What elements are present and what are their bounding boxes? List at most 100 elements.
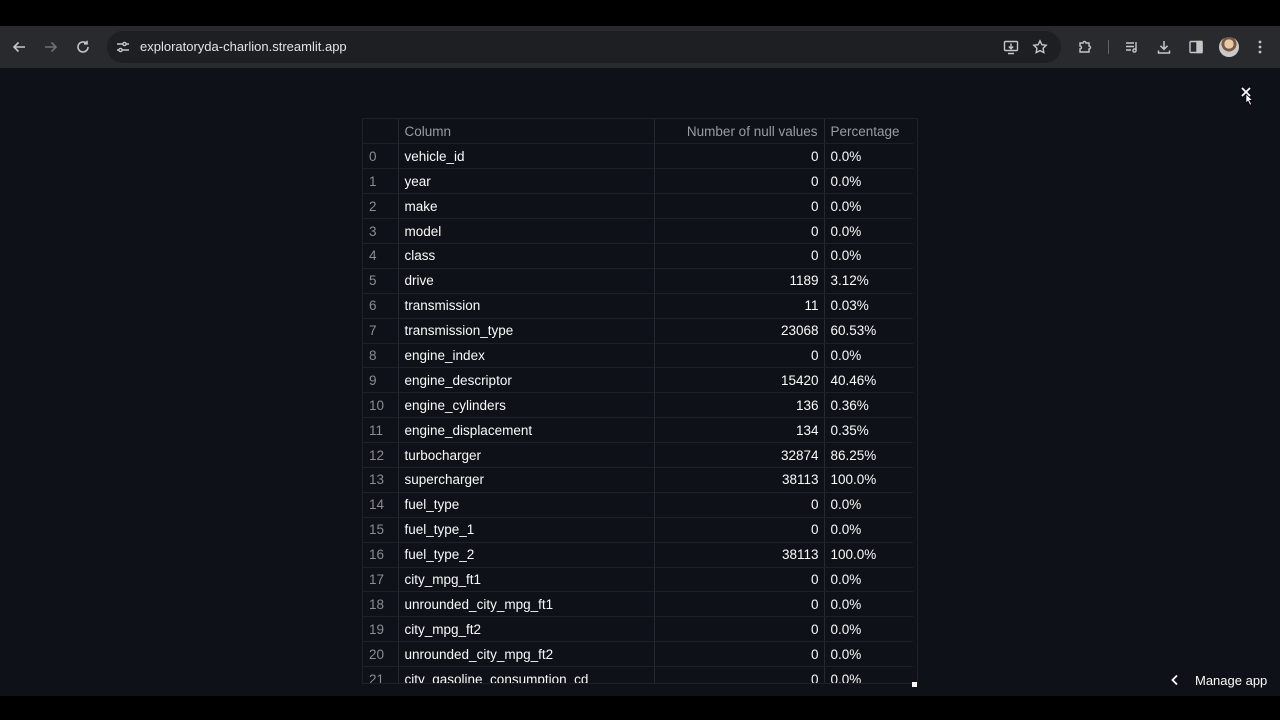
- null-count-cell[interactable]: 0: [654, 567, 825, 593]
- manage-app-button[interactable]: Manage app: [1168, 670, 1267, 690]
- percentage-cell[interactable]: 0.0%: [824, 517, 913, 543]
- null-count-cell[interactable]: 0: [654, 591, 825, 618]
- percentage-cell[interactable]: 0.0%: [824, 591, 913, 618]
- row-index-cell[interactable]: 2: [363, 193, 399, 220]
- column-name-cell[interactable]: class: [398, 243, 655, 269]
- row-index-cell[interactable]: 10: [363, 392, 399, 419]
- null-count-cell[interactable]: 136: [654, 392, 825, 419]
- row-index-cell[interactable]: 6: [363, 293, 399, 319]
- column-name-cell[interactable]: unrounded_city_mpg_ft1: [398, 591, 655, 618]
- null-count-cell[interactable]: 0: [654, 492, 825, 518]
- close-icon[interactable]: [1240, 86, 1254, 108]
- null-count-cell[interactable]: 1189: [654, 268, 825, 294]
- null-count-cell[interactable]: 0: [654, 666, 825, 683]
- null-count-cell[interactable]: 0: [654, 168, 825, 195]
- row-index-cell[interactable]: 21: [363, 666, 399, 683]
- index-header[interactable]: [363, 119, 399, 145]
- null-count-cell[interactable]: 0: [654, 243, 825, 269]
- percentage-cell[interactable]: 0.0%: [824, 143, 913, 170]
- null-count-cell[interactable]: 32874: [654, 442, 825, 468]
- null-count-cell[interactable]: 0: [654, 517, 825, 543]
- kebab-menu-icon[interactable]: [1252, 39, 1268, 55]
- row-index-cell[interactable]: 15: [363, 517, 399, 543]
- column-name-cell[interactable]: fuel_type_1: [398, 517, 655, 543]
- row-index-cell[interactable]: 16: [363, 542, 399, 568]
- column-name-cell[interactable]: make: [398, 193, 655, 220]
- reload-button[interactable]: [67, 31, 99, 63]
- percentage-cell[interactable]: 0.0%: [824, 343, 913, 369]
- percentage-cell[interactable]: 0.0%: [824, 243, 913, 269]
- null-count-cell[interactable]: 0: [654, 143, 825, 170]
- percentage-cell[interactable]: 0.0%: [824, 666, 913, 683]
- column-header[interactable]: Column: [398, 119, 655, 145]
- url-text[interactable]: exploratoryda-charlion.streamlit.app: [140, 39, 347, 55]
- percentage-cell[interactable]: 100.0%: [824, 542, 913, 568]
- column-name-cell[interactable]: city_mpg_ft2: [398, 616, 655, 643]
- percentage-cell[interactable]: 3.12%: [824, 268, 913, 294]
- percentage-cell[interactable]: 0.0%: [824, 567, 913, 593]
- column-name-cell[interactable]: transmission_type: [398, 318, 655, 344]
- column-name-cell[interactable]: fuel_type_2: [398, 542, 655, 568]
- address-bar[interactable]: exploratoryda-charlion.streamlit.app: [107, 31, 1061, 63]
- column-name-cell[interactable]: engine_index: [398, 343, 655, 369]
- percentage-cell[interactable]: 0.0%: [824, 641, 913, 668]
- install-app-icon[interactable]: [1003, 39, 1019, 55]
- null-count-cell[interactable]: 0: [654, 218, 825, 244]
- column-name-cell[interactable]: engine_cylinders: [398, 392, 655, 419]
- percentage-cell[interactable]: 0.36%: [824, 392, 913, 419]
- column-name-cell[interactable]: city_gasoline_consumption_cd: [398, 666, 655, 683]
- column-name-cell[interactable]: unrounded_city_mpg_ft2: [398, 641, 655, 668]
- column-name-cell[interactable]: engine_descriptor: [398, 367, 655, 394]
- null-count-cell[interactable]: 11: [654, 293, 825, 319]
- row-index-cell[interactable]: 18: [363, 591, 399, 618]
- puzzle-icon[interactable]: [1077, 39, 1093, 55]
- profile-avatar[interactable]: [1219, 37, 1239, 57]
- media-controls-icon[interactable]: [1124, 39, 1140, 55]
- column-name-cell[interactable]: supercharger: [398, 467, 655, 493]
- column-name-cell[interactable]: transmission: [398, 293, 655, 319]
- table-resize-handle[interactable]: [912, 682, 917, 687]
- percentage-cell[interactable]: 0.35%: [824, 417, 913, 444]
- percentage-header[interactable]: Percentage: [824, 119, 913, 145]
- percentage-cell[interactable]: 86.25%: [824, 442, 913, 468]
- row-index-cell[interactable]: 5: [363, 268, 399, 294]
- row-index-cell[interactable]: 1: [363, 168, 399, 195]
- column-name-cell[interactable]: year: [398, 168, 655, 195]
- row-index-cell[interactable]: 9: [363, 367, 399, 394]
- null-count-cell[interactable]: 0: [654, 193, 825, 220]
- percentage-cell[interactable]: 0.0%: [824, 193, 913, 220]
- forward-button[interactable]: [35, 31, 67, 63]
- row-index-cell[interactable]: 4: [363, 243, 399, 269]
- column-name-cell[interactable]: city_mpg_ft1: [398, 567, 655, 593]
- row-index-cell[interactable]: 14: [363, 492, 399, 518]
- null-count-cell[interactable]: 38113: [654, 542, 825, 568]
- nulls-header[interactable]: Number of null values: [654, 119, 825, 145]
- null-count-cell[interactable]: 0: [654, 616, 825, 643]
- column-name-cell[interactable]: engine_displacement: [398, 417, 655, 444]
- side-panel-icon[interactable]: [1188, 39, 1204, 55]
- download-icon[interactable]: [1156, 39, 1172, 55]
- percentage-cell[interactable]: 0.0%: [824, 168, 913, 195]
- row-index-cell[interactable]: 12: [363, 442, 399, 468]
- tune-icon[interactable]: [115, 39, 131, 55]
- percentage-cell[interactable]: 100.0%: [824, 467, 913, 493]
- column-name-cell[interactable]: vehicle_id: [398, 143, 655, 170]
- null-values-table[interactable]: Column Number of null values Percentage …: [362, 118, 918, 684]
- percentage-cell[interactable]: 0.0%: [824, 616, 913, 643]
- column-name-cell[interactable]: turbocharger: [398, 442, 655, 468]
- back-button[interactable]: [3, 31, 35, 63]
- row-index-cell[interactable]: 19: [363, 616, 399, 643]
- row-index-cell[interactable]: 0: [363, 143, 399, 170]
- column-name-cell[interactable]: model: [398, 218, 655, 244]
- row-index-cell[interactable]: 11: [363, 417, 399, 444]
- null-count-cell[interactable]: 15420: [654, 367, 825, 394]
- percentage-cell[interactable]: 0.0%: [824, 218, 913, 244]
- percentage-cell[interactable]: 40.46%: [824, 367, 913, 394]
- percentage-cell[interactable]: 0.0%: [824, 492, 913, 518]
- row-index-cell[interactable]: 3: [363, 218, 399, 244]
- row-index-cell[interactable]: 20: [363, 641, 399, 668]
- null-count-cell[interactable]: 134: [654, 417, 825, 444]
- row-index-cell[interactable]: 8: [363, 343, 399, 369]
- column-name-cell[interactable]: drive: [398, 268, 655, 294]
- percentage-cell[interactable]: 0.03%: [824, 293, 913, 319]
